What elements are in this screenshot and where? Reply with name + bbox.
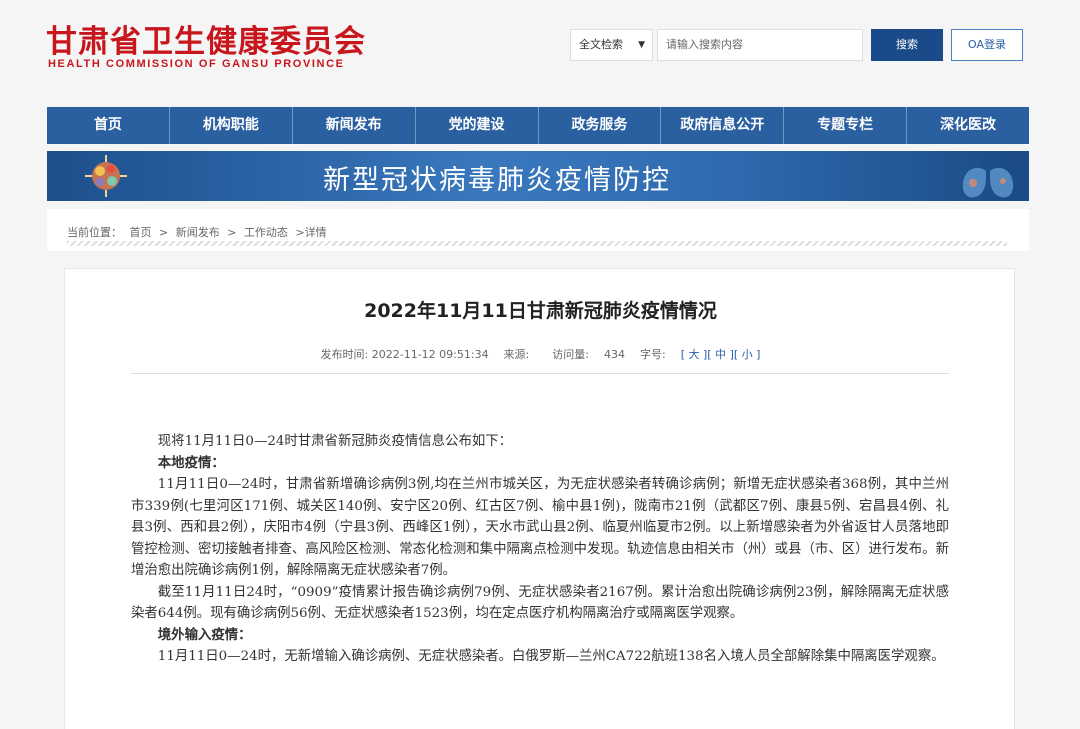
visits-label: 访问量:	[552, 348, 589, 361]
breadcrumb-divider	[67, 241, 1007, 246]
article-paragraph: 现将11月11日0—24时甘肃省新冠肺炎疫情信息公布如下：	[157, 434, 513, 449]
article-title: 2022年11月11日甘肃新冠肺炎疫情情况	[364, 300, 717, 322]
font-size-label: 字号:	[640, 348, 666, 361]
nav-item-functions[interactable]: 机构职能	[170, 107, 293, 144]
nav-item-services[interactable]: 政务服务	[539, 107, 662, 144]
article-meta: 发布时间: 2022-11-12 09:51:34 来源: 访问量: 434 字…	[320, 348, 761, 361]
chevron-down-icon: ▼	[638, 40, 645, 50]
main-nav: 首页 机构职能 新闻发布 党的建设 政务服务 政府信息公开 专题专栏 深化医改	[47, 107, 1029, 144]
publish-time: 2022-11-12 09:51:34	[371, 348, 489, 361]
search-scope-value: 全文检索	[579, 38, 623, 51]
breadcrumb-separator: >	[159, 226, 169, 239]
breadcrumb: 当前位置： 首页 > 新闻发布 > 工作动态 >详情	[47, 209, 1029, 251]
visits-count: 434	[604, 348, 625, 361]
banner-title: 新型冠状病毒肺炎疫情防控	[323, 165, 671, 196]
font-size-medium[interactable]: 中	[715, 348, 726, 361]
breadcrumb-link-work[interactable]: 工作动态	[244, 226, 288, 239]
covid-banner[interactable]: 新型冠状病毒肺炎疫情防控	[47, 151, 1029, 201]
nav-item-topics[interactable]: 专题专栏	[784, 107, 908, 144]
nav-item-news[interactable]: 新闻发布	[293, 107, 416, 144]
virus-icon	[85, 155, 127, 197]
breadcrumb-label: 当前位置：	[67, 226, 122, 239]
lungs-icon	[962, 155, 1014, 198]
breadcrumb-link-news[interactable]: 新闻发布	[176, 226, 220, 239]
section-heading-imported: 境外输入疫情：	[157, 627, 252, 643]
source-label: 来源:	[503, 348, 530, 361]
site-logo-en: HEALTH COMMISSION OF GANSU PROVINCE	[48, 58, 345, 70]
nav-item-home[interactable]: 首页	[47, 107, 170, 144]
breadcrumb-trail: 当前位置： 首页 > 新闻发布 > 工作动态 >详情	[67, 224, 331, 240]
nav-item-party[interactable]: 党的建设	[416, 107, 539, 144]
breadcrumb-current: >详情	[295, 226, 327, 239]
nav-item-disclosure[interactable]: 政府信息公开	[661, 107, 785, 144]
search-button[interactable]: 搜索	[871, 29, 943, 61]
search-input[interactable]: 请输入搜索内容	[657, 29, 863, 61]
site-logo-cn[interactable]: 甘肃省卫生健康委员会	[46, 16, 366, 61]
article-paragraph: 截至11月11日24时，“0909”疫情累计报告确诊病例79例、无症状感染者21…	[131, 584, 949, 622]
article-paragraph: 11月11日0—24时，无新增输入确诊病例、无症状感染者。白俄罗斯—兰州CA72…	[157, 649, 945, 664]
font-size-small[interactable]: 小	[742, 348, 753, 361]
article-panel: 2022年11月11日甘肃新冠肺炎疫情情况 发布时间: 2022-11-12 0…	[64, 268, 1015, 729]
site-header: 甘肃省卫生健康委员会 HEALTH COMMISSION OF GANSU PR…	[0, 0, 1080, 106]
publish-time-label: 发布时间:	[320, 348, 369, 361]
article-paragraph: 11月11日0—24时，甘肃省新增确诊病例3例,均在兰州市城关区，为无症状感染者…	[131, 477, 949, 578]
breadcrumb-separator: >	[227, 226, 237, 239]
article-body: 现将11月11日0—24时甘肃省新冠肺炎疫情信息公布如下： 本地疫情： 11月1…	[131, 431, 949, 668]
search-scope-select[interactable]: 全文检索 ▼	[570, 29, 653, 61]
section-heading-local: 本地疫情：	[157, 455, 225, 471]
font-size-large[interactable]: 大	[689, 348, 700, 361]
article-divider	[131, 373, 949, 374]
nav-item-reform[interactable]: 深化医改	[907, 107, 1029, 144]
oa-login-button[interactable]: OA登录	[951, 29, 1023, 61]
breadcrumb-link-home[interactable]: 首页	[130, 226, 152, 239]
